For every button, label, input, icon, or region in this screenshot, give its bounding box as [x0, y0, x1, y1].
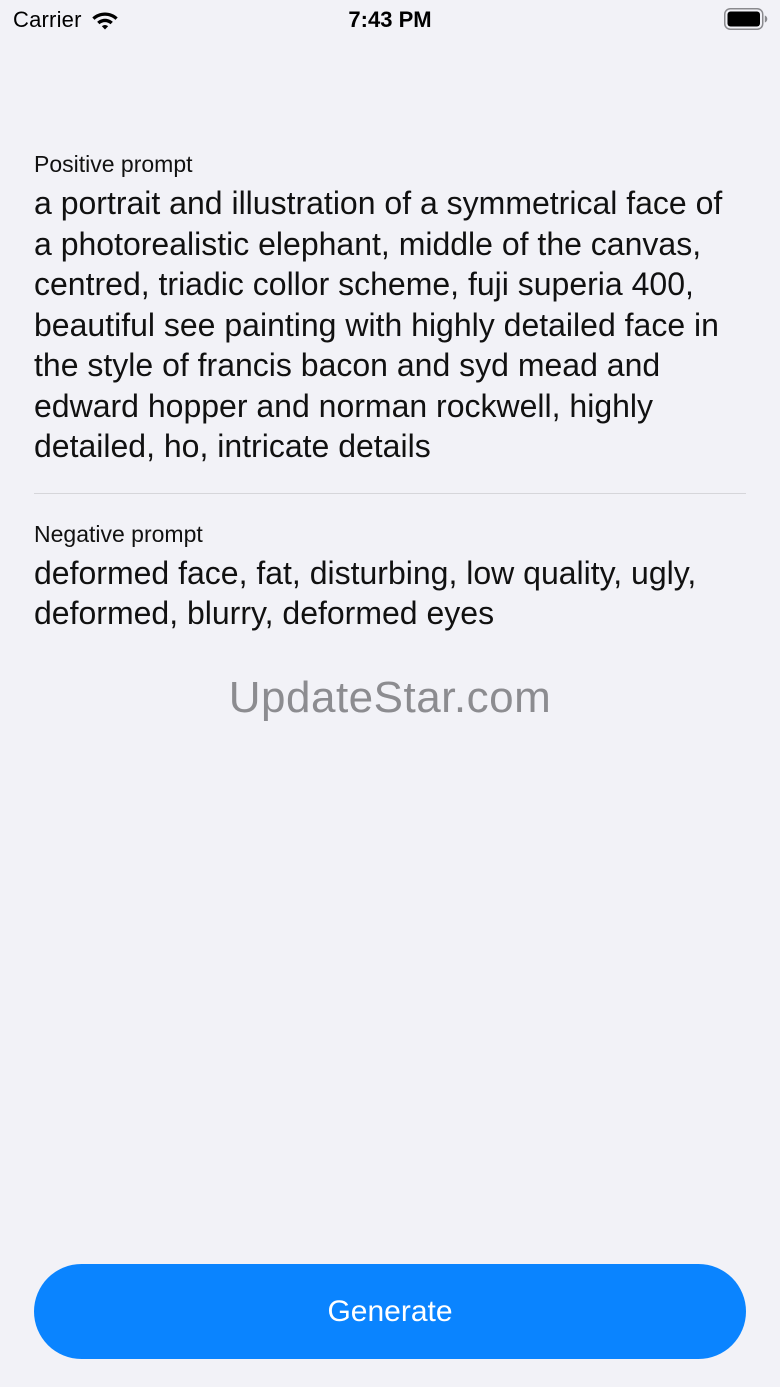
prompt-form: Positive prompt a portrait and illustrat… — [34, 149, 746, 634]
negative-prompt-section: Negative prompt deformed face, fat, dist… — [34, 519, 746, 634]
positive-prompt-label: Positive prompt — [34, 151, 193, 177]
status-bar: Carrier 7:43 PM — [0, 0, 780, 40]
negative-prompt-label: Negative prompt — [34, 520, 203, 547]
section-divider — [34, 492, 746, 494]
watermark: UpdateStar.com — [228, 673, 552, 722]
generate-button-label: Generate — [327, 1294, 453, 1328]
generate-button[interactable]: Generate — [34, 1264, 746, 1359]
clock: 7:43 PM — [348, 7, 432, 32]
positive-prompt-section: Positive prompt a portrait and illustrat… — [34, 149, 746, 467]
battery-icon — [724, 8, 768, 30]
positive-prompt-field[interactable]: a portrait and illustration of a symmetr… — [34, 183, 746, 467]
negative-prompt-field[interactable]: deformed face, fat, disturbing, low qual… — [34, 553, 746, 634]
